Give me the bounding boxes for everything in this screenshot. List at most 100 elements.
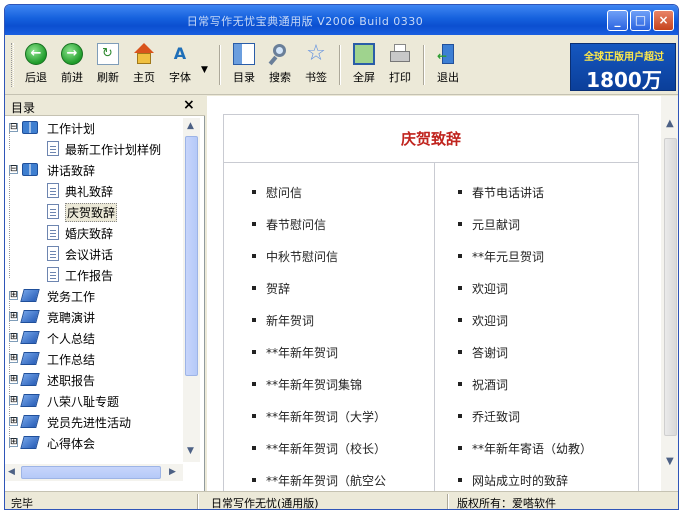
font-label: 字体 — [169, 71, 191, 84]
expand-icon[interactable]: ⊞ — [9, 312, 18, 321]
refresh-icon: ↻ — [97, 43, 119, 65]
toc-scroll-thumb[interactable] — [185, 136, 198, 376]
bullet-icon — [252, 254, 256, 258]
exit-button[interactable]: ← 退出 — [431, 41, 465, 89]
bullet-icon — [458, 478, 462, 482]
scroll-up-icon[interactable]: ▲ — [666, 118, 674, 129]
status-divider — [197, 494, 199, 509]
tree-node-label: 个人总结 — [47, 332, 96, 346]
search-label: 搜索 — [269, 71, 291, 84]
back-button[interactable]: ← 后退 — [19, 41, 53, 89]
article-link-label: 慰问信 — [266, 186, 303, 200]
status-state: 完毕 — [11, 497, 33, 510]
promo-banner[interactable]: 全球正版用户超过 1800万 — [570, 43, 676, 92]
article-link-label: 祝酒词 — [472, 378, 509, 392]
article-link-label: 欢迎词 — [472, 314, 509, 328]
tree-node-label: 庆贺致辞 — [65, 203, 118, 222]
font-button[interactable]: A 字体 — [163, 41, 197, 89]
page-icon — [47, 225, 59, 240]
bullet-icon — [252, 414, 256, 418]
refresh-label: 刷新 — [97, 71, 119, 84]
bullet-icon — [458, 286, 462, 290]
bullet-icon — [252, 286, 256, 290]
article-link-label: 贺辞 — [266, 282, 291, 296]
scroll-up-icon[interactable]: ▲ — [187, 121, 194, 131]
maximize-button[interactable]: □ — [630, 10, 651, 31]
refresh-button[interactable]: ↻ 刷新 — [91, 41, 125, 89]
tree-node-label: 党务工作 — [47, 290, 96, 304]
promo-caption: 全球正版用户超过 — [584, 52, 664, 63]
printer-icon — [389, 43, 411, 65]
toolbar: ← 后退 → 前进 ↻ 刷新 主页 A 字体 ▼ 目录 搜索 ☆ 书签 全屏 打… — [5, 35, 678, 95]
article-link-label: 春节慰问信 — [266, 218, 327, 232]
scroll-right-icon[interactable]: ▶ — [169, 467, 176, 477]
scroll-down-icon[interactable]: ▼ — [666, 456, 674, 467]
font-dropdown-arrow[interactable]: ▼ — [201, 65, 208, 75]
app-window: 日常写作无忧宝典通用版 V2006 Build 0330 _ □ × ← 后退 … — [4, 4, 679, 510]
fullscreen-icon — [353, 43, 375, 65]
expand-icon[interactable]: ⊞ — [9, 354, 18, 363]
bullet-icon — [252, 318, 256, 322]
tree-node-label: 竞聘演讲 — [47, 311, 96, 325]
fullscreen-button[interactable]: 全屏 — [347, 41, 381, 89]
page-title: 庆贺致辞 — [224, 115, 638, 163]
promo-count: 1800万 — [586, 68, 662, 92]
expand-icon[interactable]: ⊞ — [9, 291, 18, 300]
close-button[interactable]: × — [653, 10, 674, 31]
expand-icon[interactable]: ⊞ — [9, 333, 18, 342]
forward-button[interactable]: → 前进 — [55, 41, 89, 89]
tree-node-label: 讲话致辞 — [47, 164, 96, 178]
content-pane: 庆贺致辞 慰问信 春节慰问信 中秋节慰问信 贺辞 新年贺词 **年新年贺词 **… — [207, 96, 678, 493]
content-scroll-thumb[interactable] — [664, 138, 677, 436]
toc-pane-close-icon[interactable]: × — [183, 97, 195, 113]
status-bar: 完毕 日常写作无忧(通用版) 版权所有：爱嗒软件 — [5, 491, 678, 510]
bullet-icon — [458, 318, 462, 322]
page-icon — [47, 267, 59, 282]
toolbar-grip[interactable] — [11, 43, 14, 87]
content-vertical-scrollbar[interactable]: ▲ ▼ — [661, 96, 678, 491]
book-icon — [20, 415, 40, 428]
window-title: 日常写作无忧宝典通用版 V2006 Build 0330 — [186, 15, 424, 28]
book-icon — [20, 331, 40, 344]
article-link-label: 元旦献词 — [472, 218, 521, 232]
expand-icon[interactable]: ⊞ — [9, 396, 18, 405]
tree-node-label: 最新工作计划样例 — [65, 143, 162, 157]
bullet-icon — [458, 222, 462, 226]
bookmark-button[interactable]: ☆ 书签 — [299, 41, 333, 89]
bullet-icon — [458, 190, 462, 194]
search-icon — [268, 43, 291, 66]
scroll-left-icon[interactable]: ◀ — [8, 467, 15, 477]
toc-pane-header: 目录 × — [5, 96, 205, 116]
expand-icon[interactable]: ⊞ — [9, 417, 18, 426]
bullet-icon — [252, 478, 256, 482]
expand-icon[interactable]: ⊞ — [9, 438, 18, 447]
home-button[interactable]: 主页 — [127, 41, 161, 89]
font-icon: A — [173, 44, 187, 63]
tree-node-label: 心得体会 — [47, 437, 96, 451]
toolbar-separator — [423, 45, 425, 85]
article-link-label: **年新年贺词集锦 — [266, 378, 363, 392]
open-book-icon — [22, 163, 38, 176]
article-link-label: **年元旦贺词 — [472, 250, 545, 264]
tree-node-label: 八荣八耻专题 — [47, 395, 120, 409]
collapse-icon[interactable]: ⊟ — [9, 123, 18, 132]
status-copyright: 版权所有：爱嗒软件 — [457, 497, 556, 510]
toc-vertical-scrollbar[interactable]: ▲ ▼ — [183, 118, 200, 462]
search-button[interactable]: 搜索 — [263, 41, 297, 89]
tree-line — [9, 174, 10, 278]
forward-arrow-icon: → — [61, 43, 83, 65]
toc-horizontal-scrollbar[interactable]: ◀ ▶ — [5, 464, 183, 481]
expand-icon[interactable]: ⊞ — [9, 375, 18, 384]
exit-label: 退出 — [437, 71, 459, 84]
collapse-icon[interactable]: ⊟ — [9, 165, 18, 174]
bullet-icon — [458, 254, 462, 258]
bookmark-label: 书签 — [305, 71, 327, 84]
scroll-down-icon[interactable]: ▼ — [187, 446, 194, 456]
article-link-label: **年新年寄语（幼教） — [472, 442, 593, 456]
title-bar[interactable]: 日常写作无忧宝典通用版 V2006 Build 0330 _ □ × — [5, 5, 678, 35]
print-button[interactable]: 打印 — [383, 41, 417, 89]
bullet-icon — [458, 382, 462, 386]
toc-hscroll-thumb[interactable] — [21, 466, 161, 479]
toc-button[interactable]: 目录 — [227, 41, 261, 89]
minimize-button[interactable]: _ — [607, 10, 628, 31]
